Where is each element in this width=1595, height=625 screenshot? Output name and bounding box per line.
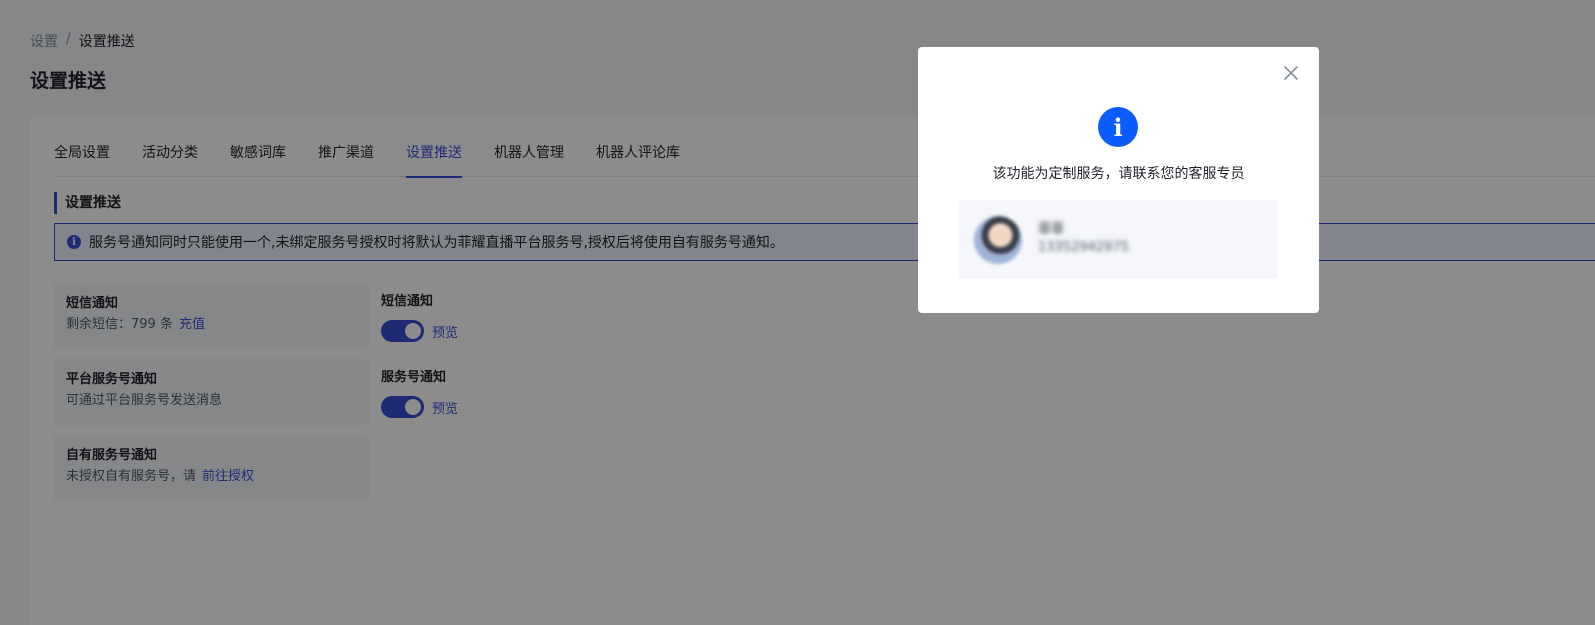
page: 设置 / 设置推送 设置推送 全局设置 活动分类 敏感词库 推广渠道 设置推送 …: [0, 0, 1595, 625]
contact-phone: 13352942975: [1038, 240, 1129, 255]
modal-message: 该功能为定制服务，请联系您的客服专员: [992, 166, 1245, 182]
custom-service-modal: i 该功能为定制服务，请联系您的客服专员 菲菲 13352942975: [918, 47, 1319, 313]
contact-card: 菲菲 13352942975: [958, 200, 1278, 279]
close-icon[interactable]: [1281, 63, 1301, 83]
avatar: [974, 216, 1022, 264]
info-icon: i: [1098, 107, 1138, 147]
modal-overlay[interactable]: [0, 0, 1595, 625]
contact-name: 菲菲: [1038, 222, 1065, 237]
